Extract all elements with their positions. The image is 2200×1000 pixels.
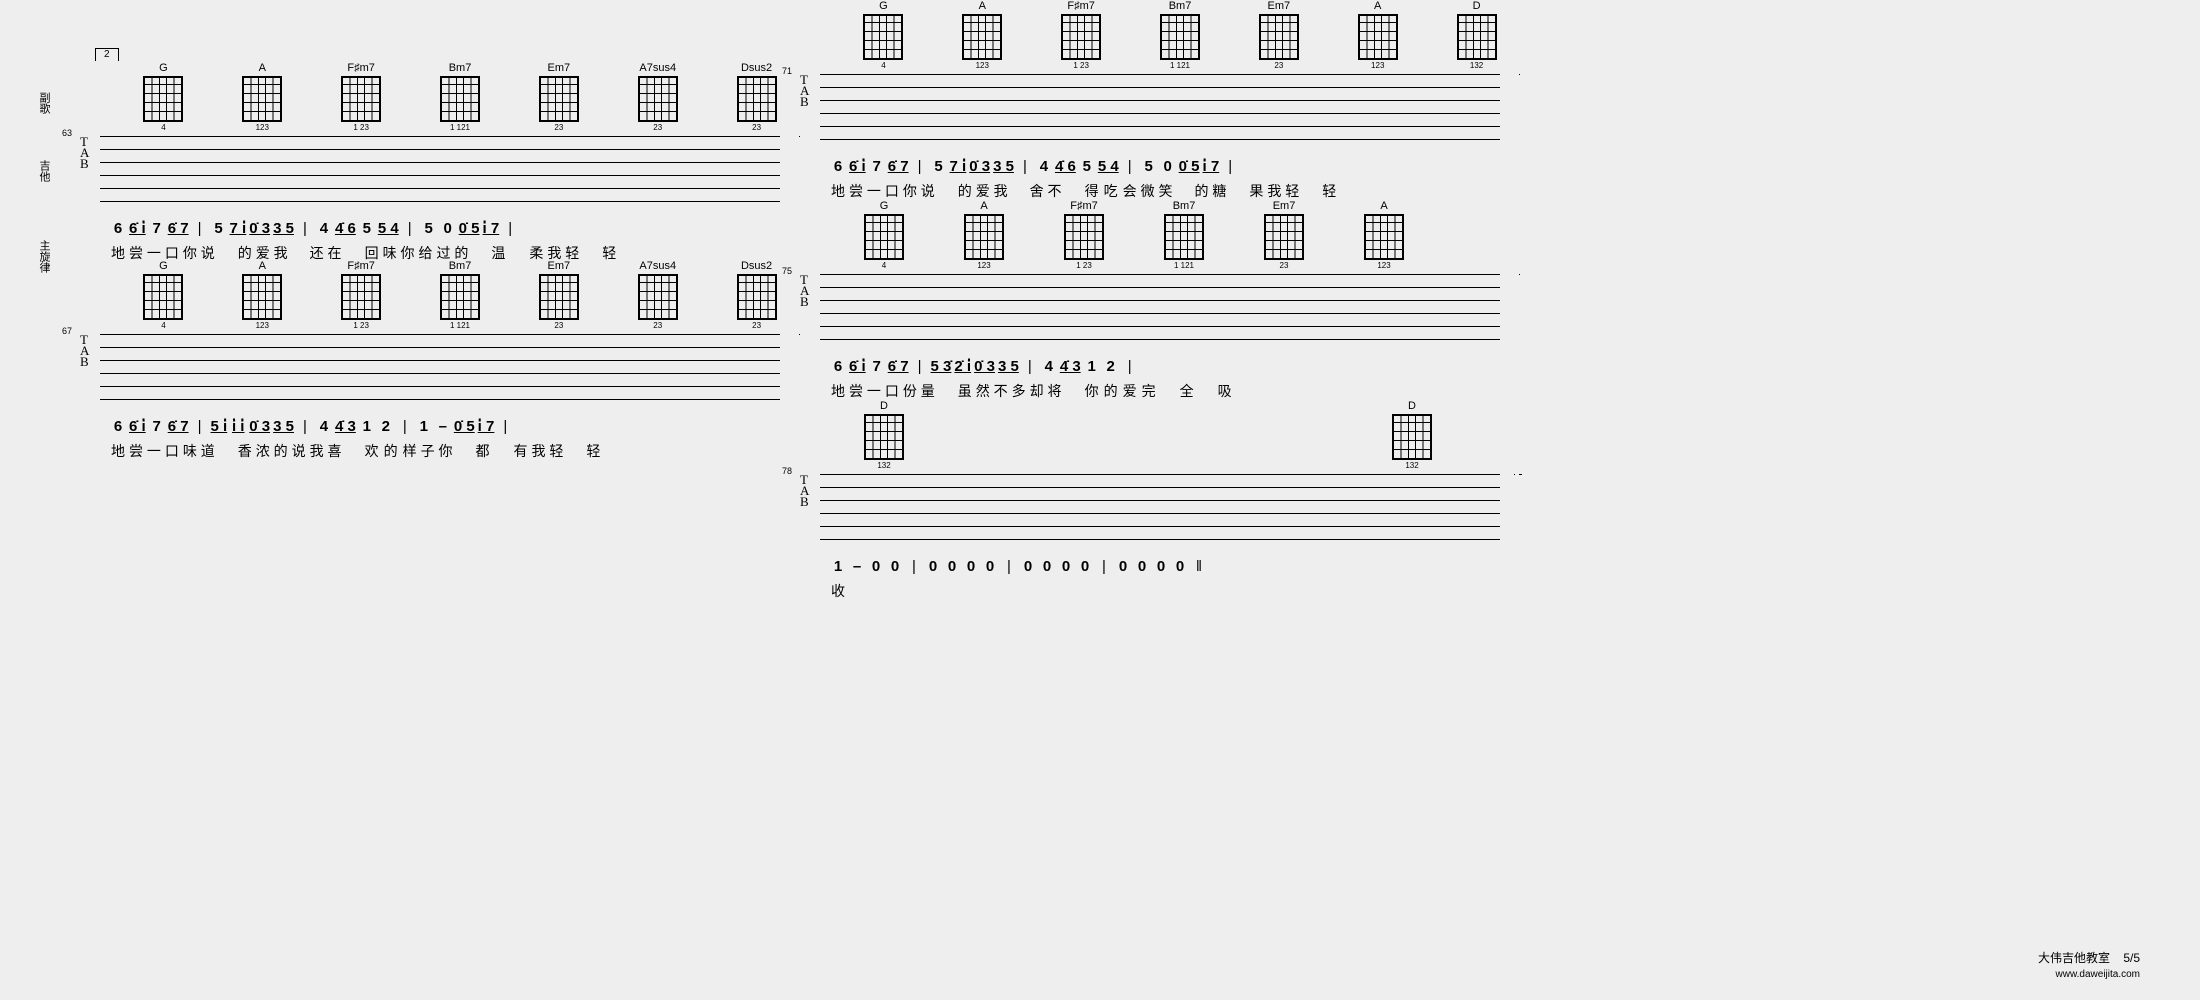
system-63: G4 A123 F♯m71 23 Bm71 121 Em723 A7sus423… [80,62,780,263]
system-78: D132 D132 78 TAB 1–00| 0000| 0000| 0000‖… [800,400,1500,601]
page: 2 副歌 吉他 主旋律 G4 A123 F♯m71 23 Bm71 121 Em… [0,0,2200,1000]
system-71: G4 A123 F♯m71 23 Bm71 121 Em723 A123 D13… [800,0,1500,201]
track-melody: 主旋律 [36,240,52,273]
volta-bracket: 2 [95,48,119,61]
melody-line: 66̇ i̇76̇ 7| 57 i̇0̇ 33 5| 44̇ 655 4| 50… [110,220,780,237]
footer: 大伟吉他教室 5/5 www.daweijita.com [2038,949,2140,980]
track-guitar: 吉他 [36,160,52,182]
section-label: 副歌 [36,92,52,114]
tab-staff: 63 TAB [80,136,780,206]
system-67: G4 A123 F♯m71 23 Bm71 121 Em723 A7sus423… [80,260,780,461]
chord-row: G4 A123 F♯m71 23 Bm71 121 Em723 A7sus423… [140,62,780,132]
system-75: G4 A123 F♯m71 23 Bm71 121 Em723 A123 75 … [800,200,1500,401]
